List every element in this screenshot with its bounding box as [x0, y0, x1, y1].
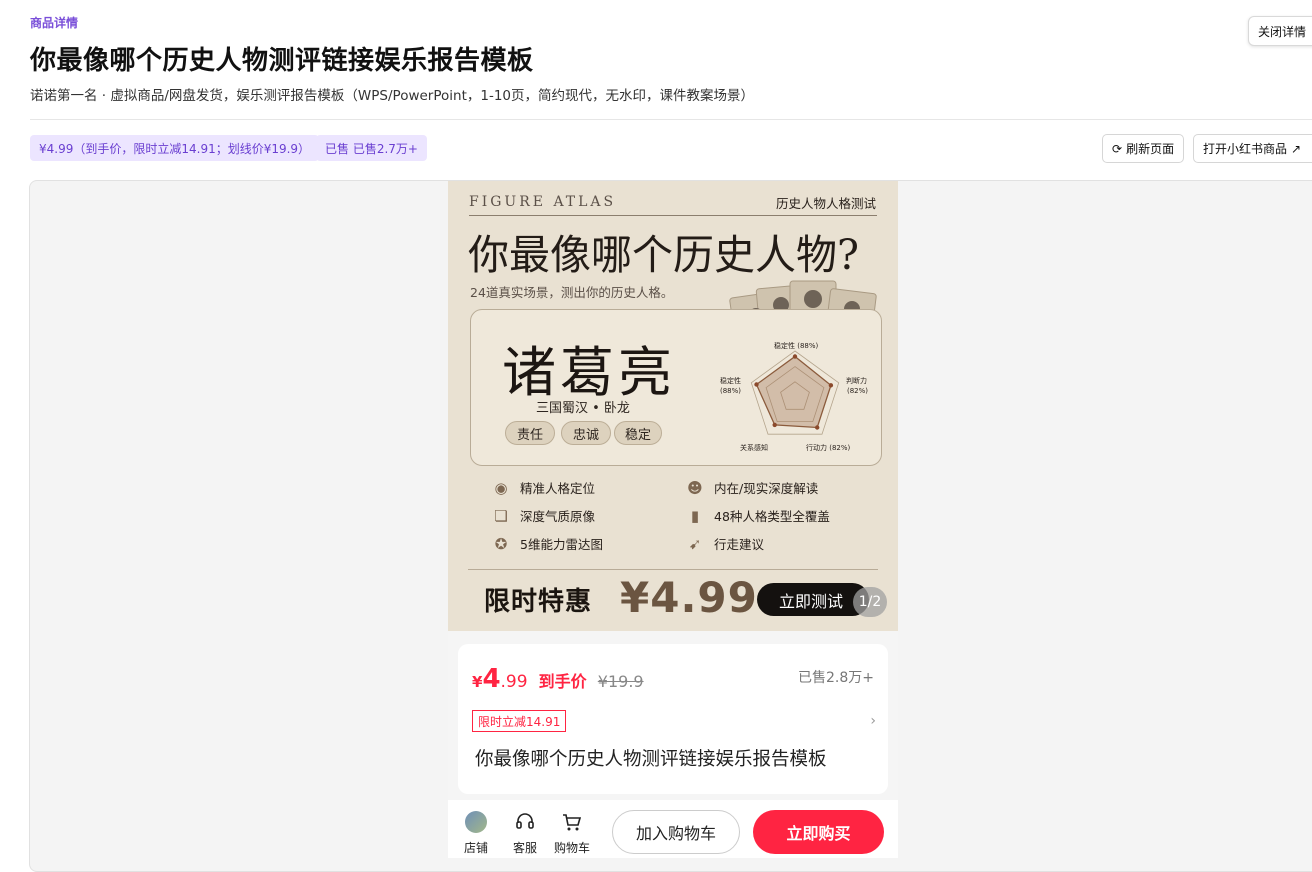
- trait-badge: 忠诚: [561, 421, 611, 445]
- product-info-card: ¥4.99 到手价 ¥19.9 已售2.8万+ 限时立减14.91 › 你最像哪…: [458, 644, 888, 794]
- mask-icon: ☻: [687, 478, 703, 497]
- radar-point: [772, 422, 777, 428]
- radar-label: 稳定性: [720, 376, 741, 385]
- poster-tag: 历史人物人格测试: [776, 196, 877, 211]
- add-to-cart-button[interactable]: 加入购物车: [612, 810, 740, 854]
- headset-icon: [516, 813, 534, 829]
- feature-label: 精准人格定位: [520, 481, 596, 496]
- refresh-label: 刷新页面: [1126, 142, 1175, 156]
- cards-icon: ▮: [690, 506, 700, 525]
- buy-now-button[interactable]: 立即购买: [753, 810, 884, 854]
- poster-divider: [468, 569, 878, 570]
- shop-avatar-icon: [465, 811, 487, 833]
- refresh-icon: ⟳: [1112, 141, 1123, 156]
- feature-label: 48种人格类型全覆盖: [714, 509, 830, 524]
- radar-point: [828, 383, 834, 388]
- service-tab[interactable]: 客服: [513, 811, 537, 856]
- header-divider: [30, 119, 1312, 120]
- external-link-icon: ↗: [1291, 141, 1302, 156]
- poster-headline: 你最像哪个历史人物?: [468, 231, 859, 279]
- result-name: 诸葛亮: [502, 341, 676, 404]
- poster-price: ¥4.99: [620, 573, 758, 622]
- radar-label: 关系感知: [740, 443, 768, 452]
- price-integer: 4: [482, 664, 501, 694]
- radar-point: [815, 425, 820, 430]
- radar-point: [792, 354, 798, 359]
- currency-symbol: ¥: [472, 673, 483, 691]
- trait-badge: 稳定: [614, 421, 662, 445]
- feature-label: 深度气质原像: [520, 509, 596, 524]
- bottom-action-bar: 店铺 客服 购物车 加入购物车 立即购买: [448, 800, 898, 858]
- shop-tab[interactable]: 店铺: [464, 811, 488, 856]
- radar-point: [754, 382, 759, 387]
- poster-brand: FIGURE ATLAS: [469, 194, 617, 210]
- feature-label: 行走建议: [714, 537, 765, 552]
- price-row: ¥4.99 到手价 ¥19.9: [472, 664, 644, 694]
- poster-subline: 24道真实场景，测出你的历史人格。: [470, 285, 674, 300]
- cart-icon: [563, 814, 582, 831]
- cart-label: 购物车: [554, 841, 591, 855]
- radar-label: (88%): [720, 387, 741, 395]
- radar-chart: 稳定性 (88%) 判断力 (82%) 稳定性 (88%) 关系感知 行动力 (…: [720, 341, 868, 452]
- image-pager: 1/2: [853, 587, 887, 617]
- service-label: 客服: [513, 841, 538, 855]
- radar-label: 稳定性 (88%): [774, 341, 819, 350]
- section-eyebrow: 商品详情: [30, 16, 79, 30]
- walking-icon: ➹: [688, 534, 702, 553]
- discount-badge: 限时立减14.91: [472, 710, 567, 732]
- trait-badge: 责任: [505, 421, 555, 445]
- feature-item: ☻ 内在/现实深度解读: [686, 478, 818, 497]
- promo-label: 限时特惠: [484, 587, 593, 617]
- page-subtitle: 诺诺第一名 · 虚拟商品/网盘发货，娱乐测评报告模板（WPS/PowerPoin…: [30, 88, 755, 104]
- sold-count: 已售2.8万+: [798, 670, 874, 686]
- shop-label: 店铺: [464, 841, 489, 855]
- price-label: 到手价: [538, 672, 587, 691]
- original-price: ¥19.9: [597, 672, 644, 691]
- feature-label: 内在/现实深度解读: [714, 481, 819, 496]
- radar-label: (82%): [847, 387, 868, 395]
- product-title: 你最像哪个历史人物测评链接娱乐报告模板: [475, 749, 827, 770]
- radar-label: 行动力 (82%): [806, 443, 851, 452]
- radar-area: [755, 355, 832, 429]
- poster-rule: [469, 215, 877, 216]
- target-icon: ◉: [494, 478, 508, 497]
- feature-item: ➹ 行走建议: [686, 534, 764, 553]
- page-title: 你最像哪个历史人物测评链接娱乐报告模板: [30, 46, 534, 76]
- feature-item: ✪ 5维能力雷达图: [492, 534, 603, 553]
- refresh-button[interactable]: ⟳ 刷新页面: [1102, 134, 1185, 163]
- star-badge-icon: ✪: [494, 534, 508, 553]
- result-era: 三国蜀汉 • 卧龙: [536, 401, 630, 416]
- book-icon: ❏: [494, 506, 508, 525]
- feature-item: ◉ 精准人格定位: [492, 478, 595, 497]
- feature-item: ❏ 深度气质原像: [492, 506, 595, 525]
- radar-label: 判断力: [846, 376, 867, 385]
- product-image[interactable]: FIGURE ATLAS 历史人物人格测试 你最像哪个历史人物? 24道真实场景…: [448, 181, 898, 631]
- open-label: 打开小红书商品: [1203, 142, 1288, 156]
- feature-label: 5维能力雷达图: [520, 537, 603, 552]
- price-chip: ¥4.99（到手价，限时立减14.91；划线价¥19.9）: [30, 135, 320, 161]
- product-preview: FIGURE ATLAS 历史人物人格测试 你最像哪个历史人物? 24道真实场景…: [448, 181, 898, 858]
- price-decimal: .99: [500, 672, 528, 692]
- close-details-button[interactable]: 关闭详情: [1248, 16, 1312, 46]
- feature-item: ▮ 48种人格类型全覆盖: [686, 506, 830, 525]
- chevron-right-icon[interactable]: ›: [870, 713, 876, 729]
- cart-tab[interactable]: 购物车: [554, 811, 590, 856]
- sold-chip: 已售 已售2.7万+: [316, 135, 427, 161]
- open-xiaohongshu-button[interactable]: 打开小红书商品 ↗: [1193, 134, 1312, 163]
